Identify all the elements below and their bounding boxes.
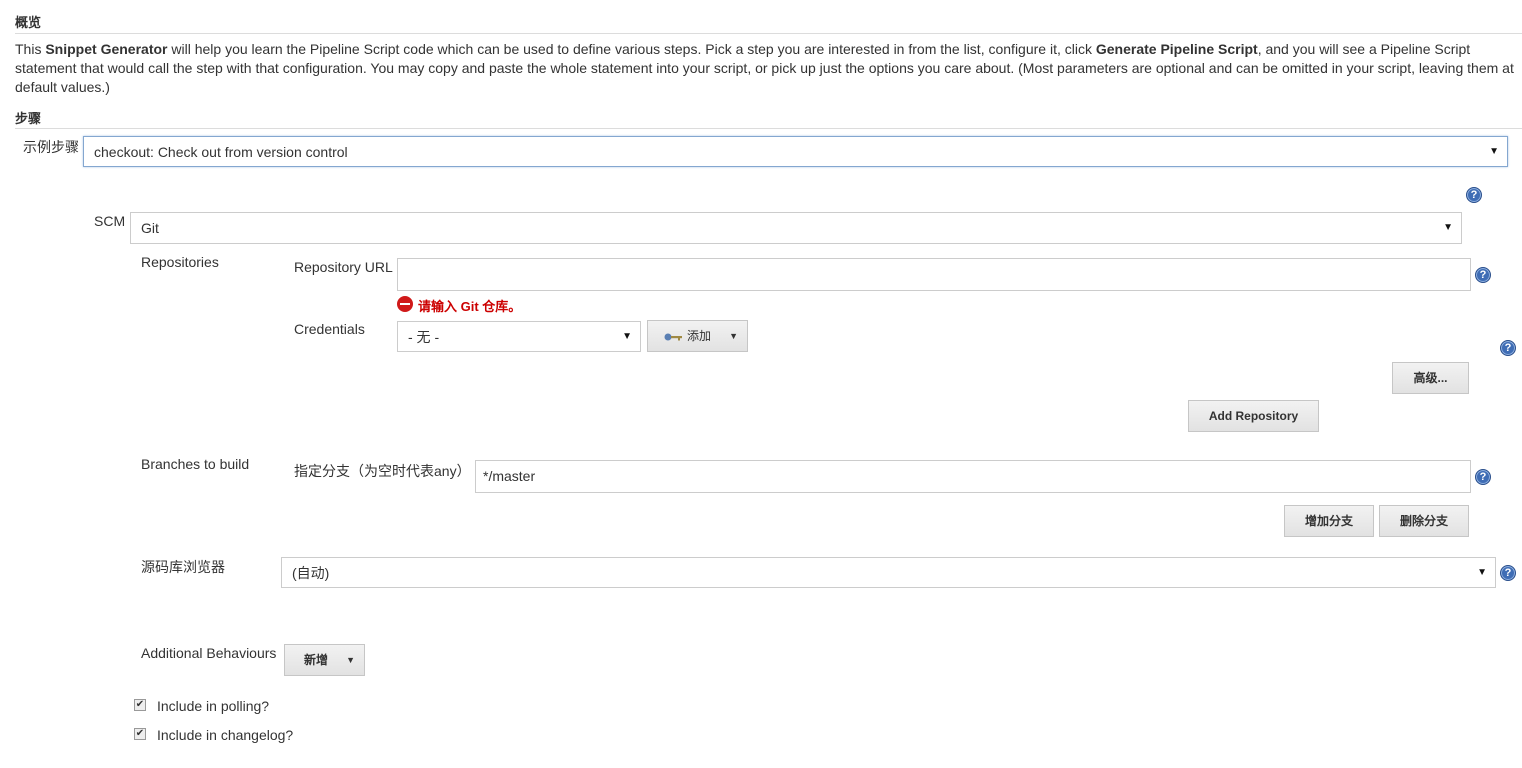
scm-value: Git (141, 220, 159, 236)
branches-to-build-label: Branches to build (141, 456, 250, 472)
include-changelog-checkbox[interactable]: ✔ (134, 728, 146, 740)
desc-bold-snippet-generator: Snippet Generator (45, 41, 168, 57)
help-icon[interactable]: ? (1475, 469, 1491, 485)
repository-url-input[interactable] (397, 258, 1471, 291)
overview-title: 概览 (15, 15, 42, 30)
add-behaviour-label: 新增 (304, 653, 329, 667)
chevron-down-icon: ▼ (346, 655, 355, 665)
repository-url-label: Repository URL (294, 259, 393, 275)
desc-text-1: This (15, 41, 46, 57)
credentials-value: - 无 - (408, 329, 440, 345)
sample-step-value: checkout: Check out from version control (94, 144, 348, 160)
add-branch-button[interactable]: 增加分支 (1284, 505, 1374, 537)
key-icon (664, 333, 682, 341)
add-repository-button[interactable]: Add Repository (1188, 400, 1319, 432)
delete-branch-button[interactable]: 删除分支 (1379, 505, 1469, 537)
include-polling-label: Include in polling? (157, 698, 270, 714)
add-behaviour-button[interactable]: 新增 ▼ (284, 644, 365, 676)
chevron-down-icon: ▼ (729, 331, 738, 341)
chevron-down-icon: ▼ (1489, 146, 1499, 157)
help-icon[interactable]: ? (1475, 267, 1491, 283)
include-changelog-label: Include in changelog? (157, 727, 294, 743)
overview-description: This Snippet Generator will help you lea… (15, 40, 1520, 97)
add-credentials-label: 添加 (687, 329, 712, 343)
credentials-select[interactable]: - 无 - ▼ (397, 321, 641, 352)
credentials-label: Credentials (294, 321, 365, 337)
help-icon[interactable]: ? (1466, 187, 1482, 203)
repository-url-error: 请输入 Git 仓库。 (418, 299, 522, 314)
repository-browser-value: (自动) (292, 565, 330, 581)
additional-behaviours-label: Additional Behaviours (141, 645, 277, 661)
repository-browser-select[interactable]: (自动) ▼ (281, 557, 1496, 588)
overview-divider (15, 33, 1522, 34)
branch-specifier-label: 指定分支（为空时代表any） (294, 463, 471, 479)
desc-bold-generate-script: Generate Pipeline Script (1095, 41, 1258, 57)
repositories-label: Repositories (141, 254, 219, 270)
include-polling-checkbox[interactable]: ✔ (134, 699, 146, 711)
steps-divider (15, 128, 1522, 129)
sample-step-select[interactable]: checkout: Check out from version control… (83, 136, 1508, 167)
branch-specifier-input[interactable]: */master (475, 460, 1471, 493)
steps-title: 步骤 (15, 111, 42, 126)
help-icon[interactable]: ? (1500, 340, 1516, 356)
repository-browser-label: 源码库浏览器 (141, 559, 225, 575)
error-icon (397, 296, 413, 312)
sample-step-label: 示例步骤 (23, 139, 79, 155)
scm-select[interactable]: Git ▼ (130, 212, 1462, 244)
chevron-down-icon: ▼ (1443, 222, 1453, 233)
scm-label: SCM (94, 213, 126, 229)
desc-text-2: will help you learn the Pipeline Script … (167, 41, 1096, 57)
chevron-down-icon: ▼ (622, 331, 632, 342)
chevron-down-icon: ▼ (1477, 567, 1487, 578)
advanced-button[interactable]: 高级... (1392, 362, 1469, 394)
help-icon[interactable]: ? (1500, 565, 1516, 581)
add-credentials-button[interactable]: 添加 ▼ (647, 320, 748, 352)
